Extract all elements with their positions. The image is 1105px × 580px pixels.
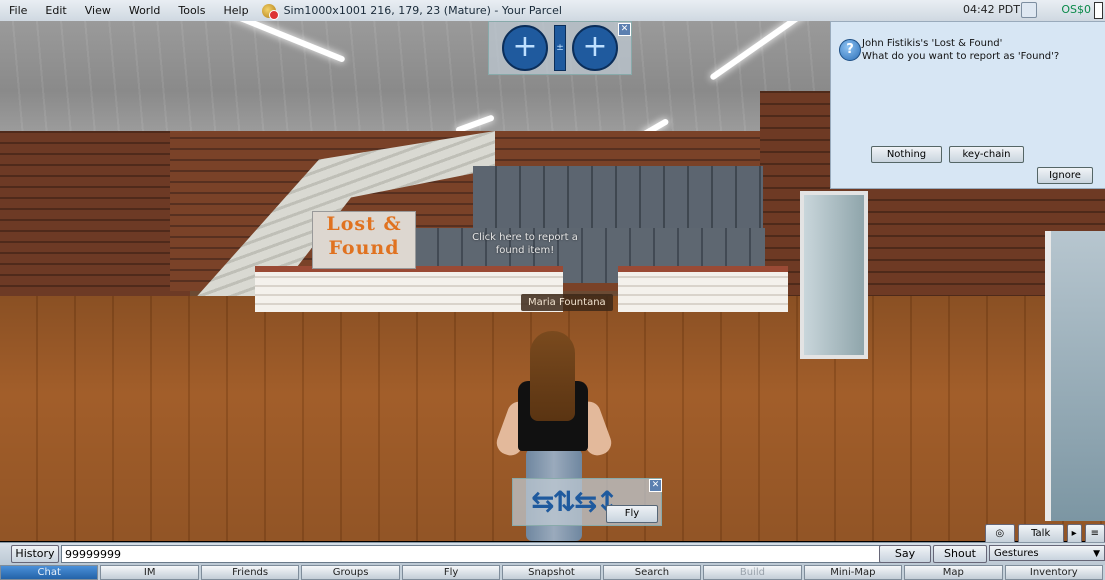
counter-right[interactable] <box>618 266 788 312</box>
keychain-button[interactable]: key-chain <box>949 146 1024 163</box>
close-icon[interactable]: ✕ <box>649 479 662 492</box>
avatar-hair <box>530 331 575 421</box>
tab-minimap[interactable]: Mini-Map <box>803 565 903 580</box>
camera-orbit-icon[interactable] <box>502 25 548 71</box>
lockers-top <box>473 166 763 228</box>
menu-tools[interactable]: Tools <box>169 4 214 17</box>
tab-im[interactable]: IM <box>100 565 199 580</box>
menu-file[interactable]: File <box>0 4 36 17</box>
tab-search[interactable]: Search <box>602 565 702 580</box>
chat-bar: History Say Shout Gestures ▼ <box>0 542 1105 565</box>
menu-bar: File Edit View World Tools Help Sim1000x… <box>0 0 1105 22</box>
ignore-button[interactable]: Ignore <box>1037 167 1093 184</box>
tab-chat[interactable]: Chat <box>0 565 99 580</box>
gestures-dropdown[interactable]: Gestures ▼ <box>989 545 1105 561</box>
toolbar-tabs: Chat IM Friends Groups Fly Snapshot Sear… <box>0 565 1105 580</box>
talk-label: Talk <box>1031 528 1051 539</box>
avatar-name-tag: Maria Fountana <box>521 294 613 311</box>
dialog-title: John Fistikis's 'Lost & Found' <box>862 38 1003 49</box>
fly-button[interactable]: Fly <box>606 505 658 523</box>
question-icon: ? <box>839 39 861 61</box>
chat-toggle-icon[interactable]: ≡ <box>1084 524 1105 544</box>
movement-controls: ⇆⇅⇆↕ Fly <box>512 478 662 526</box>
buy-currency-icon[interactable] <box>1021 2 1037 18</box>
camera-zoom-slider[interactable]: ± <box>554 25 566 71</box>
chat-input[interactable] <box>61 545 881 563</box>
say-button[interactable]: Say <box>879 545 931 563</box>
counter-left[interactable] <box>255 266 563 312</box>
tab-inventory[interactable]: Inventory <box>1004 565 1103 580</box>
clock-text: 04:42 PDT <box>962 3 1020 16</box>
voice-controls: ◎ Talk ▸ ≡ <box>985 524 1105 544</box>
balance-button[interactable] <box>1094 2 1103 19</box>
movement-arrows-icon[interactable]: ⇆⇅⇆↕ <box>531 484 619 520</box>
tab-groups[interactable]: Groups <box>301 565 400 580</box>
tab-map[interactable]: Map <box>904 565 1003 580</box>
glass-door[interactable] <box>800 191 868 359</box>
nothing-button[interactable]: Nothing <box>871 146 942 163</box>
tab-fly[interactable]: Fly <box>401 565 501 580</box>
menu-help[interactable]: Help <box>214 4 257 17</box>
dialog-question: What do you want to report as 'Found'? <box>862 51 1060 62</box>
lost-found-sign[interactable]: Lost & Found <box>312 211 416 269</box>
menu-edit[interactable]: Edit <box>36 4 75 17</box>
menu-world[interactable]: World <box>120 4 170 17</box>
script-dialog: ? John Fistikis's 'Lost & Found' What do… <box>830 21 1105 189</box>
shout-button[interactable]: Shout <box>933 545 987 563</box>
history-button[interactable]: History <box>11 545 59 563</box>
chevron-down-icon: ▼ <box>1093 549 1100 559</box>
tab-build[interactable]: Build <box>703 565 802 580</box>
tab-friends[interactable]: Friends <box>200 565 300 580</box>
camera-controls: ± <box>488 21 632 75</box>
close-icon[interactable]: ✕ <box>618 23 631 36</box>
location-text[interactable]: Sim1000x1001 216, 179, 23 (Mature) - You… <box>284 4 562 17</box>
gestures-label: Gestures <box>994 548 1039 559</box>
camera-pan-icon[interactable] <box>572 25 618 71</box>
report-hint-text[interactable]: Click here to report a found item! <box>470 231 580 257</box>
voice-activity-icon[interactable]: ◎ <box>985 524 1015 544</box>
parcel-status-icon[interactable] <box>261 3 279 20</box>
glass-window <box>1045 231 1105 521</box>
menu-view[interactable]: View <box>76 4 120 17</box>
balance-text[interactable]: OS$0 <box>1061 3 1091 16</box>
tab-snapshot[interactable]: Snapshot <box>502 565 601 580</box>
voice-menu-icon[interactable]: ▸ <box>1066 524 1082 544</box>
talk-button[interactable]: Talk <box>1017 524 1064 544</box>
